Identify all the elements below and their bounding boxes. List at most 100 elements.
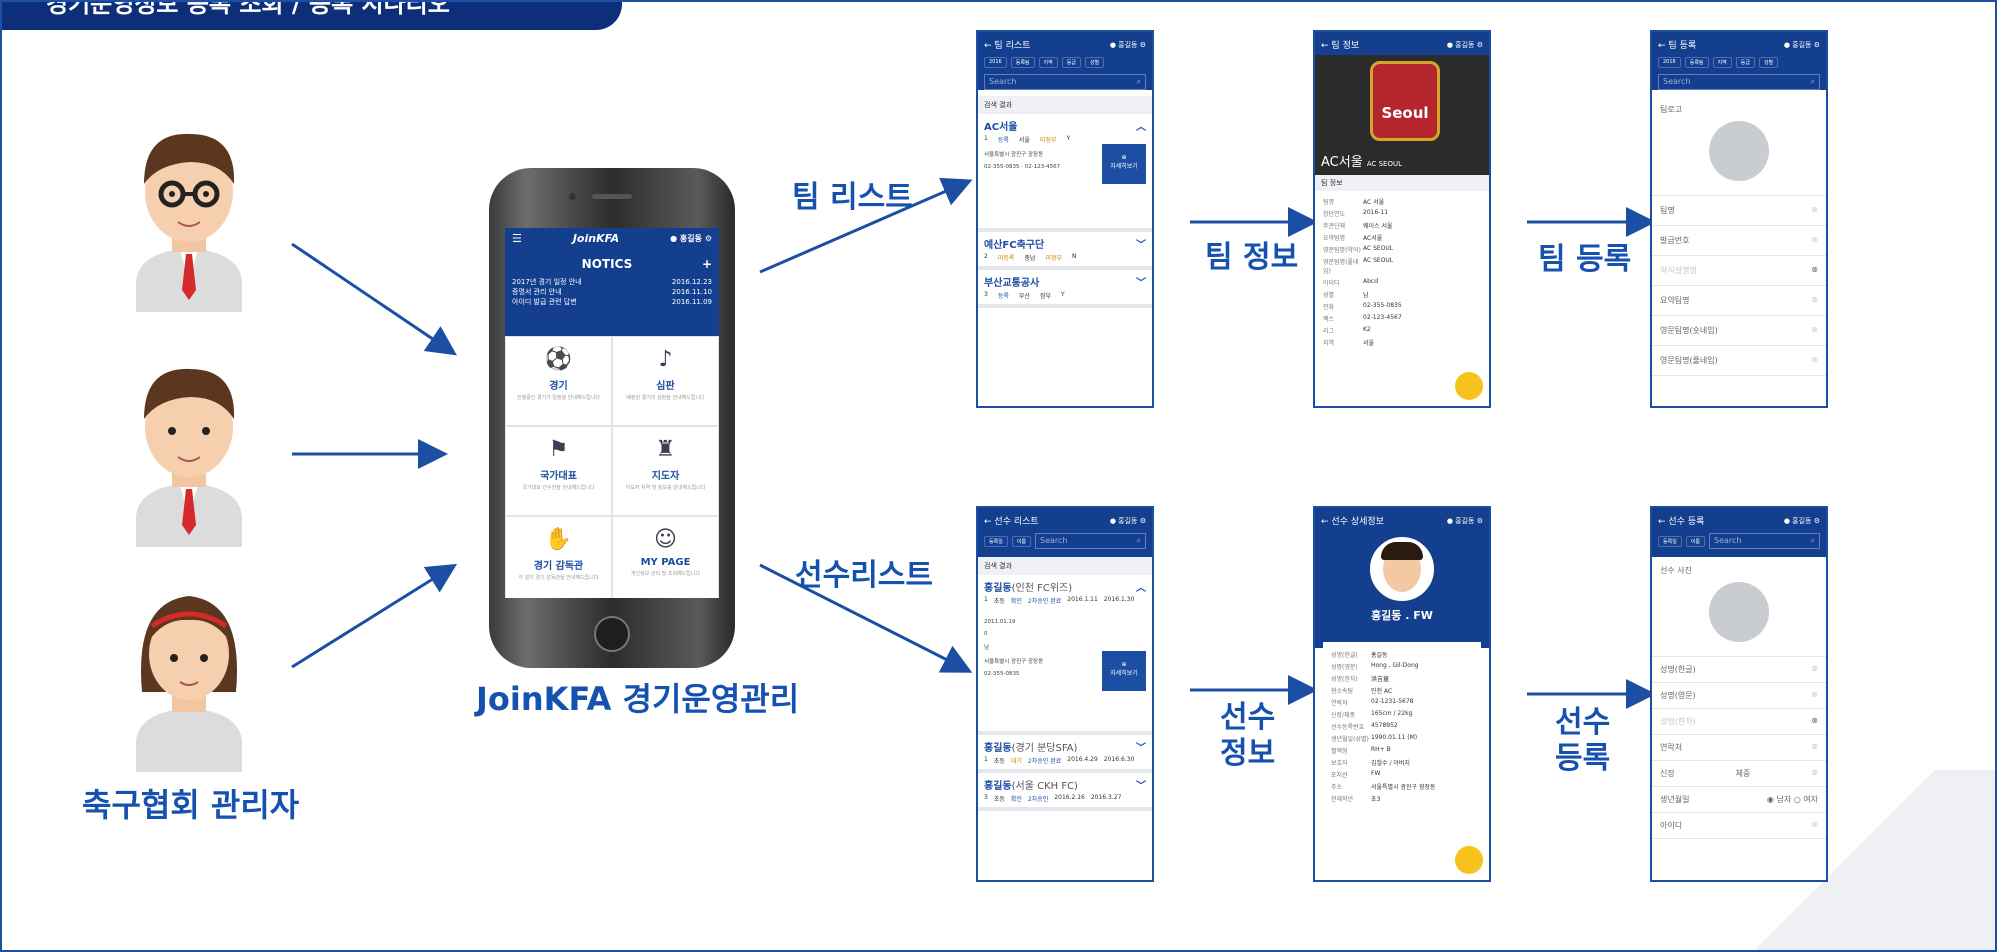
form-field-short-name[interactable]: 요약팀명 ⊗ [1652, 286, 1826, 316]
search-input[interactable]: Search ⌕ [984, 74, 1146, 90]
menu-coach[interactable]: ♜ 지도자 지도자 자격 및 정보를 안내해드립니다 [612, 426, 719, 516]
form-field-contact[interactable]: 연락처 ⊗ [1652, 735, 1826, 761]
form-field-en-full[interactable]: 영문팀명(풀네임) ⊗ [1652, 346, 1826, 376]
chevron-down-icon[interactable]: ﹀ [1136, 777, 1146, 792]
search-icon[interactable]: ⌕ [1137, 536, 1141, 546]
player-card[interactable]: 홍길동(서울 CKH FC) ﹀ 3 초등 확인 2차승인 2016.2.16 2016.3… [978, 773, 1152, 811]
detail-button[interactable]: ⊕ 자세히보기 [1102, 651, 1146, 691]
filter-season[interactable]: 2016 [984, 57, 1007, 68]
team-card[interactable]: AC서울 ︿ 1 등록 서울 미정부 Y ⊕ 자세히보기 서울특별시 광진구 광장동 02-… [978, 114, 1152, 232]
chevron-up-icon[interactable]: ︿ [1136, 118, 1146, 133]
chevron-down-icon[interactable]: ﹀ [1136, 236, 1146, 251]
filter-season[interactable]: 2016 [1658, 57, 1681, 68]
search-icon[interactable]: ⌕ [1137, 77, 1141, 87]
filter-region[interactable]: 지역 [1712, 57, 1732, 68]
filter-reg-date[interactable]: 등록일 [984, 535, 1008, 547]
notice-row[interactable]: 아이디 발급 관련 답변 2016.11.09 [512, 297, 712, 307]
gear-icon[interactable]: ⚙ [1814, 41, 1820, 49]
upload-icon[interactable] [1455, 846, 1483, 874]
clear-icon[interactable]: ⊗ [1811, 664, 1818, 675]
form-field-body[interactable]: 신장 체중 ⊗ [1652, 761, 1826, 787]
search-input[interactable]: Search ⌕ [1035, 533, 1146, 549]
back-arrow-icon[interactable]: ← [984, 41, 992, 51]
hamburger-menu-icon[interactable]: ☰ [512, 232, 522, 245]
clear-icon[interactable]: ⊗ [1811, 355, 1818, 366]
filter-gender[interactable]: 성별 [1084, 57, 1105, 68]
player-photo-placeholder[interactable] [1709, 582, 1769, 642]
menu-supervisor[interactable]: ✋ 경기 감독관 각 일지 경기 감독관을 안내해드립니다 [505, 516, 612, 598]
detail-button[interactable]: ⊕ 자세히보기 [1102, 144, 1146, 184]
clear-icon[interactable]: ⊗ [1811, 716, 1818, 727]
clear-icon[interactable]: ⊗ [1811, 205, 1818, 216]
team-card[interactable]: 예산FC축구단 ﹀ 2 미등록 충남 미정부 N [978, 232, 1152, 270]
clear-icon[interactable]: ⊗ [1811, 768, 1818, 779]
notices-more-button[interactable]: + [702, 257, 712, 271]
chevron-up-icon[interactable]: ︿ [1136, 579, 1146, 594]
search-input[interactable]: Search ⌕ [1709, 533, 1820, 549]
clear-icon[interactable]: ⊗ [1811, 690, 1818, 701]
chevron-down-icon[interactable]: ﹀ [1136, 739, 1146, 754]
form-field-name-hanja[interactable]: 성명(한자) ⊗ [1652, 709, 1826, 735]
filter-name[interactable]: 이름 [1011, 535, 1032, 547]
user-chip[interactable]: ● 홍길동 ⚙ [1447, 516, 1483, 526]
gear-icon[interactable]: ⚙ [1814, 517, 1820, 525]
radio-male-icon[interactable]: ◉ [1767, 795, 1774, 804]
user-chip[interactable]: ● 홍길동 ⚙ [1447, 40, 1483, 50]
back-arrow-icon[interactable]: ← [1658, 41, 1666, 51]
back-arrow-icon[interactable]: ← [1658, 517, 1666, 527]
back-arrow-icon[interactable]: ← [984, 517, 992, 527]
clear-icon[interactable]: ⊗ [1811, 235, 1818, 246]
user-chip[interactable]: ● 홍길동 ⚙ [1110, 40, 1146, 50]
filter-name[interactable]: 이름 [1685, 535, 1706, 547]
clear-icon[interactable]: ⊗ [1811, 742, 1818, 753]
team-logo-placeholder[interactable] [1709, 121, 1769, 181]
form-field-team-name[interactable]: 팀명 ⊗ [1652, 196, 1826, 226]
notice-row[interactable]: 2017년 경기 일정 안내 2016.12.23 [512, 277, 712, 287]
filter-grade[interactable]: 등급 [1061, 57, 1081, 68]
filter-region[interactable]: 지역 [1038, 57, 1058, 68]
chevron-down-icon[interactable]: ﹀ [1136, 274, 1146, 289]
clear-icon[interactable]: ⊗ [1811, 325, 1818, 336]
form-field-name-en[interactable]: 성명(영문) ⊗ [1652, 683, 1826, 709]
gear-icon[interactable]: ⚙ [1140, 517, 1146, 525]
gear-icon[interactable]: ⚙ [705, 234, 712, 243]
back-arrow-icon[interactable]: ← [1321, 41, 1329, 51]
menu-match[interactable]: ⚽ 경기 진행중인 경기가 일정을 안내해드립니다 [505, 336, 612, 426]
user-chip[interactable]: ● 홍길동 ⚙ [670, 233, 712, 244]
form-field-birth-gender[interactable]: 생년월일 ◉ 남자 ○ 여자 [1652, 787, 1826, 813]
search-input[interactable]: Search ⌕ [1658, 74, 1820, 90]
gender-radio-group[interactable]: ◉ 남자 ○ 여자 [1767, 794, 1818, 805]
clear-icon[interactable]: ⊗ [1811, 295, 1818, 306]
form-field-name-ko[interactable]: 성명(한글) ⊗ [1652, 657, 1826, 683]
search-icon[interactable]: ⌕ [1811, 536, 1815, 546]
radio-female-icon[interactable]: ○ [1794, 795, 1801, 804]
clear-icon[interactable]: ⊗ [1811, 265, 1818, 276]
phone-home-button[interactable] [594, 616, 630, 652]
gear-icon[interactable]: ⚙ [1477, 517, 1483, 525]
user-chip[interactable]: ● 홍길동 ⚙ [1784, 40, 1820, 50]
back-arrow-icon[interactable]: ← [1321, 517, 1329, 527]
user-chip[interactable]: ● 홍길동 ⚙ [1784, 516, 1820, 526]
menu-referee[interactable]: ♪ 심판 배정된 경기의 심판을 안내해드립니다 [612, 336, 719, 426]
upload-icon[interactable] [1455, 372, 1483, 400]
search-icon[interactable]: ⌕ [1811, 77, 1815, 87]
team-card[interactable]: 부산교통공사 ﹀ 3 등록 부산 정부 Y [978, 270, 1152, 308]
filter-reg-date[interactable]: 등록일 [1658, 535, 1682, 547]
clear-icon[interactable]: ⊗ [1811, 820, 1818, 831]
gear-icon[interactable]: ⚙ [1140, 41, 1146, 49]
user-chip[interactable]: ● 홍길동 ⚙ [1110, 516, 1146, 526]
player-photo-field[interactable]: 선수 사진 [1652, 557, 1826, 657]
form-field-en-short[interactable]: 영문팀명(숏네임) ⊗ [1652, 316, 1826, 346]
notice-row[interactable]: 증명서 관리 안내 2016.11.10 [512, 287, 712, 297]
form-field-desc[interactable]: 약식설명명 ⊗ [1652, 256, 1826, 286]
player-card[interactable]: 홍길동(경기 분당SFA) ﹀ 1 초등 대기 2차승인 완료 2016.4.29 2016… [978, 735, 1152, 773]
form-field-id[interactable]: 아이디 ⊗ [1652, 813, 1826, 839]
form-field-issue-no[interactable]: 발급번호 ⊗ [1652, 226, 1826, 256]
filter-grade[interactable]: 등급 [1735, 57, 1755, 68]
menu-mypage[interactable]: ☺ MY PAGE 개인정보 관리 및 조회해드립니다 [612, 516, 719, 598]
team-logo-field[interactable]: 팀로고 [1652, 96, 1826, 196]
menu-national-team[interactable]: ⚑ 국가대표 국가대표 선수진을 안내해드립니다 [505, 426, 612, 516]
filter-registered[interactable]: 등록팀 [1684, 57, 1709, 68]
player-card[interactable]: 홍길동(인천 FC위즈) ︿ 1 초등 확인 2차승인 완료 2016.1.11 2016.… [978, 575, 1152, 735]
filter-registered[interactable]: 등록팀 [1010, 57, 1035, 68]
